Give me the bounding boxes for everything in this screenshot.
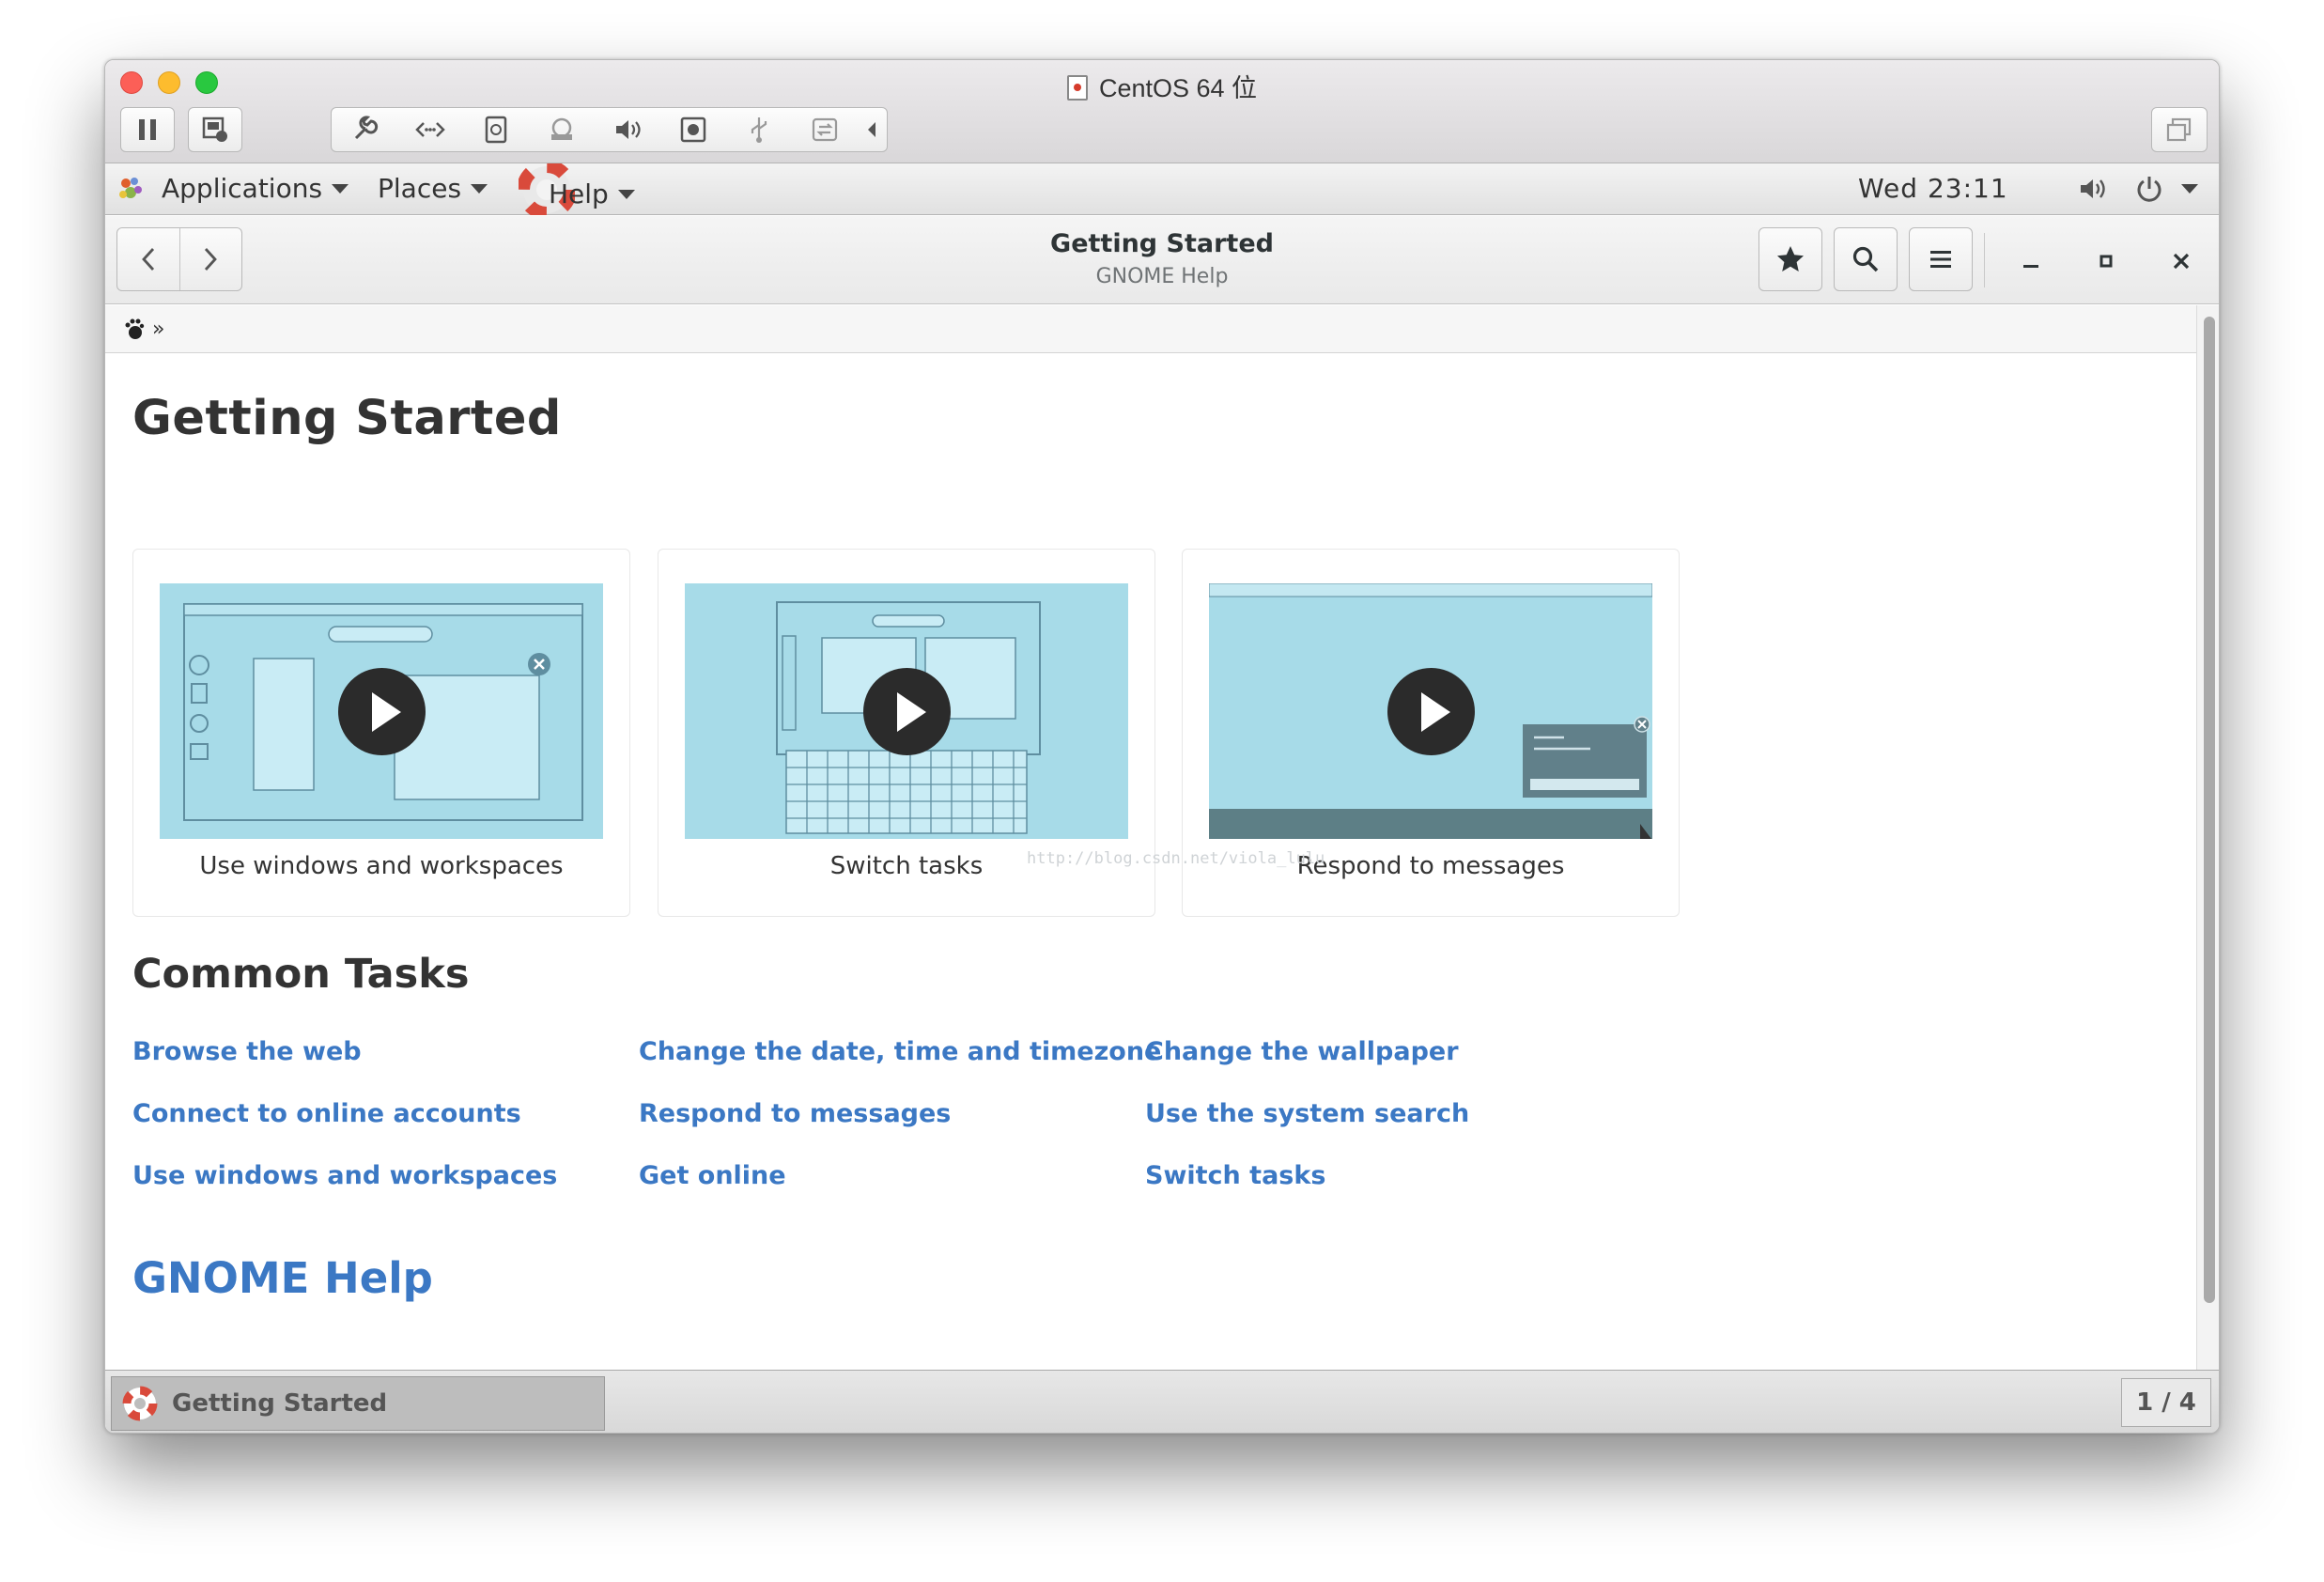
vm-toolbar-group (331, 107, 888, 152)
task-link[interactable]: Use the system search (1145, 1099, 1469, 1128)
task-link[interactable]: Switch tasks (1145, 1161, 1325, 1190)
breadcrumb-separator: » (152, 317, 165, 341)
maximize-icon (2099, 255, 2113, 268)
header-separator (1984, 233, 1985, 287)
minimize-button[interactable] (2003, 235, 2059, 287)
camera-icon[interactable] (660, 108, 726, 151)
video-thumbnail (1209, 583, 1652, 839)
snapshot-button[interactable] (188, 107, 242, 152)
page-title: Getting Started (132, 391, 562, 446)
scrollbar[interactable] (2196, 305, 2219, 1429)
play-icon[interactable] (338, 668, 426, 755)
pause-icon (139, 119, 156, 140)
unity-view-button[interactable] (2151, 107, 2208, 152)
applications-menu[interactable]: Applications (118, 173, 349, 204)
cd-drive-icon[interactable] (529, 108, 595, 151)
menu-button[interactable] (1909, 227, 1973, 291)
task-link[interactable]: Respond to messages (639, 1099, 951, 1128)
header-title: Getting Started (1050, 229, 1274, 258)
play-icon[interactable] (1387, 668, 1475, 755)
disk-icon[interactable] (463, 108, 529, 151)
snapshot-icon (202, 116, 227, 142)
window-list-panel: Getting Started 1 / 4 (105, 1370, 2219, 1433)
system-menu-caret-icon[interactable] (2181, 184, 2198, 194)
places-menu[interactable]: Places (378, 173, 488, 204)
vm-document-icon (1066, 75, 1088, 101)
help-page: Getting Started Use windows and workspac… (105, 353, 2196, 1429)
task-link[interactable]: Connect to online accounts (132, 1099, 521, 1128)
workspace-indicator[interactable]: 1 / 4 (2121, 1378, 2211, 1427)
close-icon (2173, 253, 2190, 270)
help-menu[interactable]: Help (519, 163, 635, 215)
task-link[interactable]: Change the wallpaper (1145, 1037, 1459, 1066)
star-icon (1777, 246, 1804, 271)
video-thumbnail (160, 583, 603, 839)
pause-button[interactable] (120, 107, 175, 152)
sound-icon[interactable] (595, 108, 660, 151)
task-link[interactable]: Browse the web (132, 1037, 362, 1066)
clock[interactable]: Wed 23:11 (1858, 173, 2008, 204)
minimize-icon (2023, 265, 2038, 268)
breadcrumb: » (105, 305, 2196, 353)
window-list-item[interactable]: Getting Started (111, 1376, 605, 1431)
gnome-foot-icon (119, 177, 142, 198)
play-icon[interactable] (863, 668, 951, 755)
task-link[interactable]: Use windows and workspaces (132, 1161, 557, 1190)
vm-titlebar: CentOS 64 位 (105, 60, 2219, 163)
power-icon[interactable] (2134, 174, 2164, 204)
vm-title: CentOS 64 位 (105, 68, 2219, 104)
applications-label: Applications (162, 173, 323, 204)
applications-caret-icon (332, 183, 349, 194)
windows-icon (2166, 117, 2192, 142)
places-label: Places (378, 173, 462, 204)
video-caption: Use windows and workspaces (199, 852, 564, 880)
usb-icon[interactable] (726, 108, 792, 151)
gnome-top-panel: Applications Places Help Wed 23:11 (105, 163, 2219, 215)
places-caret-icon (471, 183, 488, 194)
wrench-icon[interactable] (332, 108, 397, 151)
video-card-windows-workspaces[interactable]: Use windows and workspaces (132, 549, 630, 917)
close-button[interactable] (2153, 235, 2209, 287)
window-list-label: Getting Started (172, 1389, 388, 1418)
common-tasks-heading: Common Tasks (132, 951, 470, 998)
task-link[interactable]: Change the date, time and timezone (639, 1037, 1161, 1066)
scrollbar-thumb[interactable] (2204, 317, 2215, 1303)
hamburger-icon (1930, 251, 1951, 268)
vm-window: CentOS 64 位 Applications Places Help Wed… (104, 59, 2220, 1434)
help-caret-icon (617, 189, 635, 199)
search-button[interactable] (1834, 227, 1898, 291)
bookmark-button[interactable] (1758, 227, 1822, 291)
gnome-help-link[interactable]: GNOME Help (132, 1253, 433, 1303)
network-icon[interactable] (397, 108, 463, 151)
sync-icon[interactable] (792, 108, 858, 151)
header-subtitle: GNOME Help (1095, 265, 1229, 288)
help-label: Help (549, 178, 609, 209)
lifebuoy-icon (122, 1386, 158, 1421)
app-header-bar: Getting Started GNOME Help (105, 216, 2219, 304)
gnome-foot-home-icon[interactable] (124, 318, 145, 340)
watermark: http://blog.csdn.net/viola_lulu (1027, 849, 1325, 868)
volume-icon[interactable] (2078, 175, 2110, 203)
video-thumbnail (685, 583, 1128, 839)
vm-title-text: CentOS 64 位 (1098, 74, 1258, 102)
task-link[interactable]: Get online (639, 1161, 786, 1190)
search-icon (1852, 246, 1879, 272)
collapse-toolbar-icon[interactable] (858, 108, 886, 151)
maximize-button[interactable] (2078, 235, 2134, 287)
